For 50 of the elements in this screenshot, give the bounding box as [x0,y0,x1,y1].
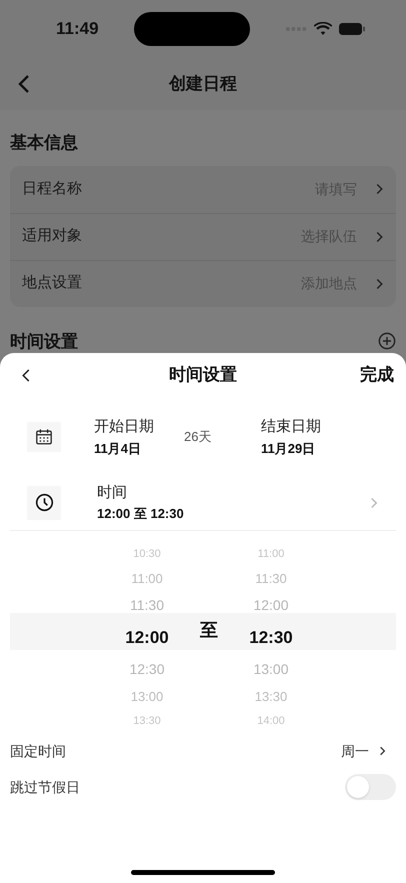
time-label: 时间 [97,482,128,502]
section-title: 时间设置 [10,330,78,352]
duration-text: 26天 [184,428,212,446]
end-date-label: 结束日期 [261,417,321,437]
section-title: 基本信息 [10,132,79,154]
time-option[interactable]: 10:30 [133,546,161,562]
time-option[interactable]: 11:30 [255,568,287,588]
time-row[interactable]: 时间 12:00 至 12:30 [10,475,396,531]
setting-row[interactable]: 固定时间 周一 [10,733,396,769]
time-option[interactable]: 13:30 [133,712,161,730]
time-option[interactable]: 13:00 [253,659,289,680]
start-date-label: 开始日期 [94,417,155,437]
calendar-icon [35,428,53,446]
row-label: 地点设置 [22,273,82,294]
sheet-title: 时间设置 [169,364,237,386]
clock-icon [34,493,54,512]
time-option[interactable]: 13:30 [254,686,288,706]
back-icon [22,368,30,382]
chevron-right-icon [370,496,378,508]
time-option[interactable]: 11:00 [131,568,163,588]
status-time: 11:49 [56,18,99,40]
time-option[interactable]: 12:30 [129,659,165,680]
time-value: 12:00 至 12:30 [97,505,184,523]
toggle-switch[interactable] [345,774,396,800]
chevron-right-icon [375,183,384,195]
range-separator: 至 [200,618,218,642]
add-icon[interactable] [378,332,396,350]
end-date[interactable]: 11月29日 [261,438,321,458]
time-option[interactable]: 12:00 [125,624,169,650]
row-label: 日程名称 [22,178,82,199]
wifi-icon [314,22,332,36]
time-option[interactable]: 12:00 [253,595,289,616]
time-option[interactable]: 11:30 [130,595,164,616]
chevron-right-icon [379,746,386,756]
back-icon [18,74,30,94]
back-button[interactable] [22,368,30,382]
battery-icon [338,22,366,36]
time-option[interactable]: 14:00 [257,712,285,730]
row-label: 适用对象 [22,226,82,246]
setting-value: 周一 [341,742,369,760]
time-option[interactable]: 13:00 [130,686,164,706]
chevron-right-icon [375,278,384,290]
done-button[interactable]: 完成 [360,362,394,388]
setting-label: 固定时间 [10,742,66,760]
page-title: 创建日程 [169,73,237,96]
time-option[interactable]: 12:30 [249,624,293,650]
chevron-right-icon [375,230,384,242]
setting-label: 跳过节假日 [10,778,80,796]
time-option[interactable]: 11:00 [258,546,284,562]
start-date[interactable]: 11月4日 [94,438,184,458]
